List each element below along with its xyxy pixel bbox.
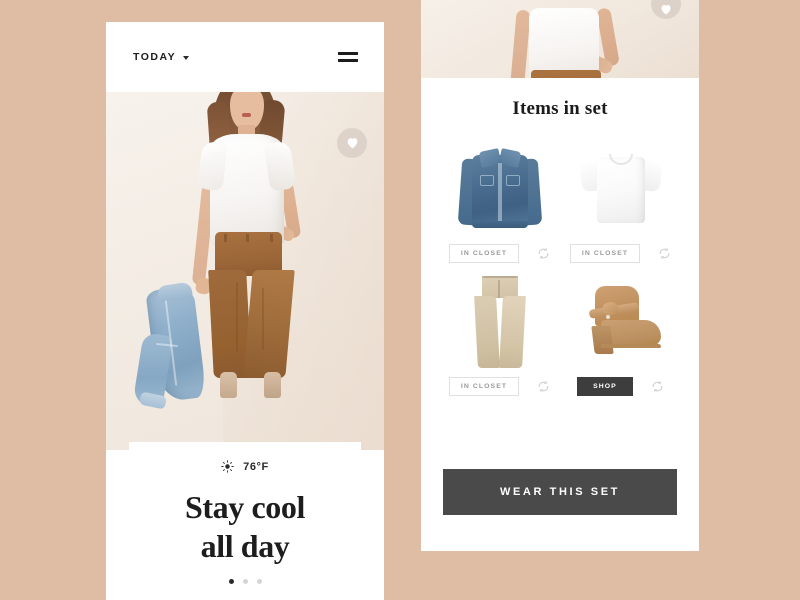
pagination-dot-3[interactable] (256, 579, 262, 584)
refresh-swap-icon[interactable] (537, 247, 550, 260)
pagination-dot-1[interactable] (228, 579, 234, 584)
in-closet-button[interactable]: IN CLOSET (448, 244, 520, 263)
sun-icon (221, 460, 234, 473)
refresh-swap-icon[interactable] (651, 380, 664, 393)
in-closet-button[interactable]: IN CLOSET (448, 377, 520, 396)
item-actions: IN CLOSET (443, 244, 556, 263)
headline: Stay cool all day (129, 488, 361, 566)
items-panel: Items in set IN CLOSET IN CLOSET IN CLOS… (421, 78, 699, 551)
chevron-down-icon (183, 56, 190, 60)
item-actions: SHOP (564, 377, 677, 396)
phone-screen-items-in-set: Items in set IN CLOSET IN CLOSET IN CLOS… (421, 0, 699, 551)
today-label: TODAY (133, 51, 177, 63)
item-suede-ankle-boot[interactable]: SHOP (564, 271, 677, 396)
items-grid: IN CLOSET IN CLOSET IN CLOSET SHOP (443, 138, 677, 396)
refresh-swap-icon[interactable] (537, 380, 550, 393)
item-actions: IN CLOSET (564, 244, 677, 263)
refresh-swap-icon[interactable] (658, 247, 671, 260)
pagination-dot-2[interactable] (242, 579, 248, 584)
shop-button[interactable]: SHOP (577, 377, 633, 396)
heart-icon (661, 5, 671, 15)
item-thumbnail[interactable] (443, 271, 556, 373)
today-dropdown[interactable]: TODAY (133, 51, 190, 63)
hamburger-line (338, 52, 358, 55)
headline-line-1: Stay cool (185, 489, 305, 525)
item-thumbnail[interactable] (443, 138, 556, 240)
pagination-dots[interactable] (106, 579, 384, 584)
white-tee-illustration (578, 147, 663, 231)
items-in-set-title: Items in set (512, 98, 608, 119)
headline-line-2: all day (200, 528, 290, 565)
in-closet-button[interactable]: IN CLOSET (569, 244, 641, 263)
favorite-heart-button[interactable] (337, 128, 367, 158)
hamburger-line (338, 59, 358, 62)
today-hero-image[interactable] (106, 92, 384, 450)
weather-row: 76°F (129, 460, 361, 473)
ankle-boot-illustration (573, 282, 669, 362)
item-thumbnail[interactable] (564, 271, 677, 373)
item-thumbnail[interactable] (564, 138, 677, 240)
wear-this-set-button[interactable]: WEAR THIS SET (443, 469, 677, 515)
held-denim-jacket (132, 281, 210, 410)
temperature-value: 76°F (243, 460, 269, 473)
item-white-tee[interactable]: IN CLOSET (564, 138, 677, 263)
hamburger-menu-icon[interactable] (338, 52, 358, 62)
denim-jacket-illustration (457, 143, 542, 235)
app-mockup-stage: TODAY 76°F Stay cool all day Items in se… (0, 0, 800, 600)
item-denim-jacket[interactable]: IN CLOSET (443, 138, 556, 263)
set-hero-image[interactable] (421, 0, 699, 78)
today-header: TODAY (106, 22, 384, 92)
weather-headline-card: 76°F Stay cool all day (129, 442, 361, 567)
phone-screen-today: TODAY 76°F Stay cool all day (106, 22, 384, 600)
trousers-illustration (458, 272, 542, 372)
item-wide-leg-trousers[interactable]: IN CLOSET (443, 271, 556, 396)
item-actions: IN CLOSET (443, 377, 556, 396)
heart-icon (347, 138, 357, 149)
